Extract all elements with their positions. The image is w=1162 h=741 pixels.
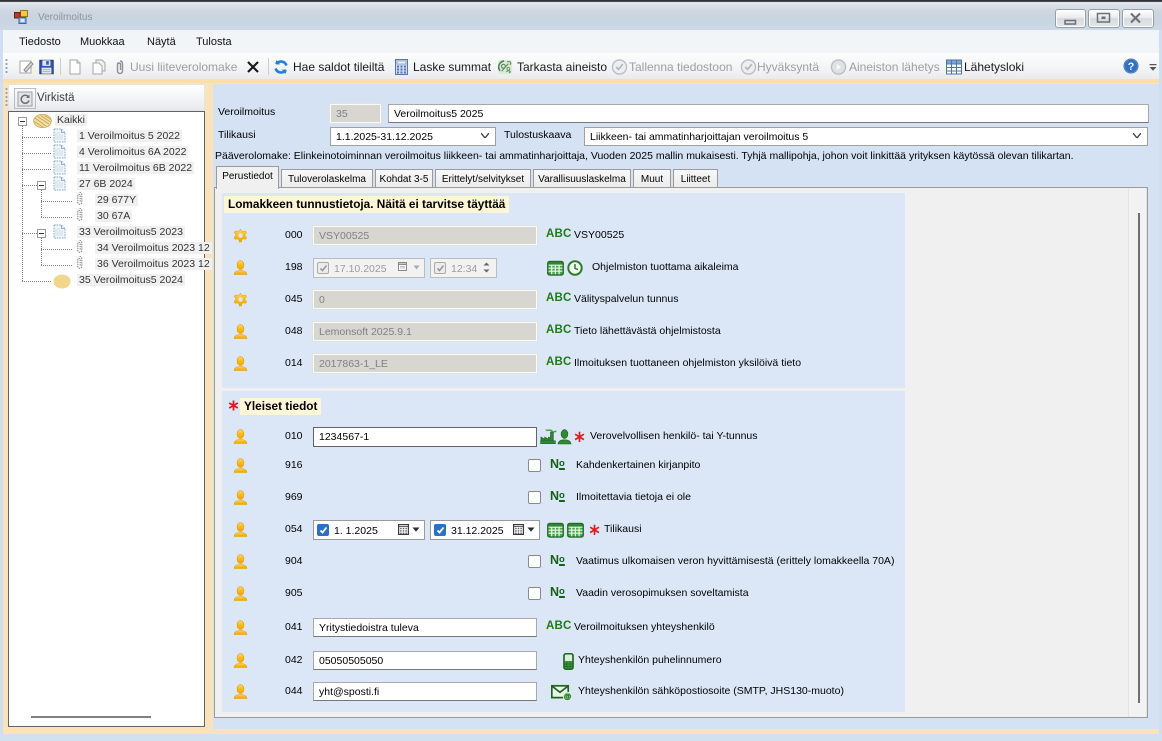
svg-text:?: ?	[1128, 61, 1135, 73]
